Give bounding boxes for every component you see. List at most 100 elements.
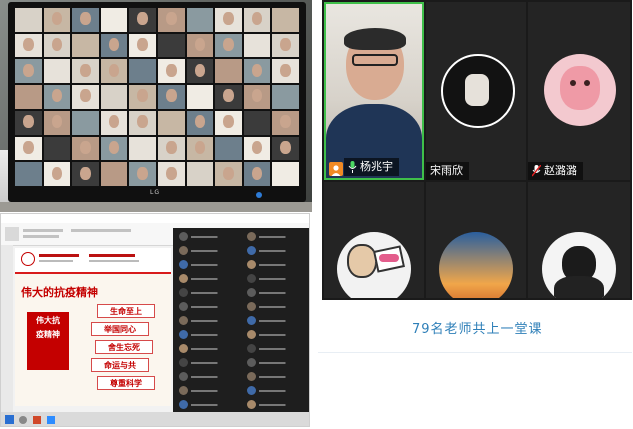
slide-item: 尊重科学 (97, 376, 155, 390)
slide-item: 命运与共 (91, 358, 149, 372)
monitor-video-tile (128, 135, 157, 162)
monitor-video-tile (128, 58, 157, 85)
monitor-video-tile (185, 161, 215, 187)
zoom-name-placeholder (191, 390, 235, 392)
monitor-video-tile (99, 135, 129, 162)
monitor-tile-face (280, 140, 291, 154)
monitor-video-tile (185, 32, 215, 59)
zoom-name-placeholder (191, 264, 235, 266)
zoom-name-placeholder (259, 362, 303, 364)
monitor-video-tile (157, 109, 186, 136)
search-icon[interactable] (19, 416, 27, 424)
monitor-tile-face (80, 12, 91, 26)
slide-item: 生命至上 (97, 304, 155, 318)
monitor-video-tile (185, 58, 215, 85)
participant-name: 赵潞潞 (544, 164, 577, 177)
participant-hair (344, 28, 406, 50)
zoom-name-placeholder (259, 320, 303, 322)
mic-on-icon (348, 161, 357, 173)
monitor-tile-face (137, 115, 148, 129)
monitor-screen-gallery (14, 7, 300, 187)
zoom-name-placeholder (191, 362, 235, 364)
zoom-avatar (247, 260, 256, 269)
zoom-avatar (247, 400, 256, 409)
monitor-video-tile (271, 161, 300, 187)
zoom-name-placeholder (259, 306, 303, 308)
monitor-tile-face (280, 115, 291, 129)
monitor-tile-face (194, 37, 206, 51)
monitor-tile-face (165, 140, 177, 154)
zoom-name-placeholder (259, 390, 303, 392)
participant-tile[interactable]: 赵潞潞 (528, 2, 630, 180)
zoom-avatar (247, 302, 256, 311)
monitor-tile-face (194, 63, 206, 77)
power-indicator (256, 192, 262, 198)
monitor-tile-face (108, 140, 120, 154)
windows-start-icon[interactable] (5, 415, 14, 424)
participant-tile[interactable] (426, 182, 526, 298)
monitor-video-tile (271, 135, 300, 162)
monitor-tile-face (80, 166, 91, 180)
school-logo-icon (21, 252, 35, 266)
monitor-video-tile (157, 84, 186, 110)
monitor-video-tile (242, 58, 272, 85)
zoom-name-placeholder (191, 320, 235, 322)
monitor-tile-face (251, 166, 263, 180)
zoom-name-placeholder (259, 334, 303, 336)
desk-surface (0, 202, 312, 212)
participant-avatar (542, 232, 616, 298)
zoom-name-placeholder (259, 348, 303, 350)
participant-tile[interactable]: 杨兆宇 (324, 2, 424, 180)
monitor-video-tile (42, 32, 72, 59)
windows-taskbar (1, 412, 309, 426)
monitor-tile-face (51, 89, 63, 103)
monitor-video-tile (271, 58, 300, 85)
monitor-video-tile (242, 161, 272, 187)
monitor-tile-face (22, 140, 34, 154)
monitor-tile-face (251, 12, 263, 26)
slide-highlight-box: 伟大抗疫精神 (27, 312, 69, 370)
monitor-video-tile (214, 58, 243, 85)
ppt-thumbnail-pane (1, 245, 13, 415)
monitor-photo: LG (0, 0, 312, 212)
monitor-tile-face (51, 12, 63, 26)
participant-name: 杨兆宇 (360, 160, 393, 173)
monitor-video-tile (99, 58, 129, 85)
zoom-avatar (179, 274, 188, 283)
zoom-participant-panel (173, 228, 309, 416)
powerpoint-icon[interactable] (33, 416, 41, 424)
zoom-name-placeholder (259, 292, 303, 294)
monitor-video-tile (42, 58, 72, 85)
divider (318, 352, 632, 353)
monitor-tile-face (108, 37, 120, 51)
monitor-tile-face (80, 89, 91, 103)
zoom-avatar (247, 232, 256, 241)
zoom-icon[interactable] (47, 416, 55, 424)
monitor-video-tile (14, 58, 43, 85)
zoom-name-placeholder (191, 334, 235, 336)
host-icon (329, 162, 343, 176)
zoom-name-placeholder (191, 236, 235, 238)
monitor-tile-face (137, 37, 148, 51)
monitor-video-tile (128, 7, 157, 33)
monitor-video-tile (242, 32, 272, 59)
monitor-tile-face (80, 63, 91, 77)
participant-tile[interactable] (324, 182, 424, 298)
monitor-video-tile (128, 109, 157, 136)
monitor-tile-face (165, 63, 177, 77)
slide-box-text: 伟大抗疫精神 (36, 316, 60, 339)
zoom-avatar (179, 246, 188, 255)
monitor-tile-face (137, 12, 148, 26)
participant-tile[interactable] (528, 182, 630, 298)
monitor-tile-face (165, 89, 177, 103)
zoom-avatar (247, 316, 256, 325)
monitor-video-tile (14, 135, 43, 162)
monitor-video-tile (242, 109, 272, 136)
monitor-video-tile (14, 7, 43, 33)
participant-avatar (441, 54, 515, 128)
monitor-video-tile (14, 84, 43, 110)
zoom-avatar (247, 358, 256, 367)
zoom-name-placeholder (191, 278, 235, 280)
participant-tile[interactable]: 宋雨欣 (426, 2, 526, 180)
monitor-video-tile (214, 161, 243, 187)
